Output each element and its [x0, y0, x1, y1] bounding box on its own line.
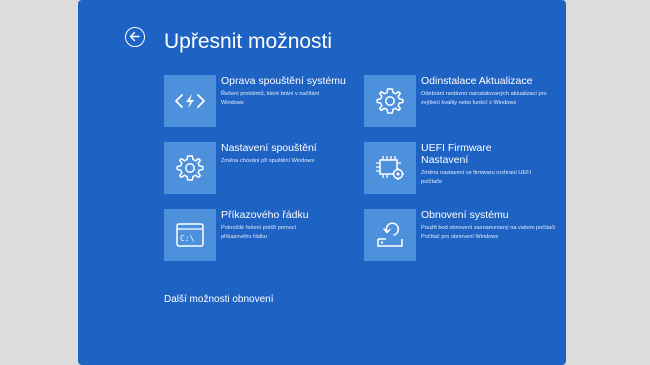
tile-description: Změna chování při spuštění Windows [221, 158, 315, 164]
more-recovery-options-link[interactable]: Další možnosti obnovení [164, 294, 274, 305]
tile-title: Nastavení spouštění [221, 142, 317, 154]
tile-title: Příkazového řádku [221, 209, 309, 221]
tile-title: UEFI Firmware Nastavení [421, 142, 492, 166]
tile-description: Změna nastavení ve firmwaru rozhraní UEF… [421, 170, 532, 185]
page-title: Upřesnit možnosti [164, 30, 333, 53]
back-button[interactable] [125, 27, 145, 47]
tile-startup-settings[interactable]: Nastavení spouštění Změna chování při sp… [164, 142, 354, 198]
tile-startup-repair[interactable]: Oprava spouštění systému Řešení problémů… [164, 75, 354, 131]
tile-title: Odinstalace Aktualizace [421, 75, 533, 87]
startup-repair-icon [164, 75, 216, 127]
tile-system-restore[interactable]: Obnovení systému Použít bod obnovení zaz… [364, 209, 555, 265]
svg-text:C:\: C:\ [180, 234, 195, 243]
tile-uefi-firmware-settings[interactable]: UEFI Firmware Nastavení Změna nastavení … [364, 142, 554, 198]
command-prompt-icon: C:\ [164, 209, 216, 261]
tile-command-prompt[interactable]: C:\ Příkazového řádku Pokročilé řešení p… [164, 209, 354, 265]
back-arrow-icon [129, 31, 140, 42]
tile-description: Použít bod obnovení zaznamenaný na vašem… [421, 225, 556, 240]
tile-uninstall-updates[interactable]: Odinstalace Aktualizace Odebrání nedávno… [364, 75, 554, 131]
tile-description: Odebrání nedávno nainstalovaných aktuali… [421, 91, 547, 106]
tile-title: Obnovení systému [421, 209, 509, 221]
tile-description: Řešení problémů, které brání v načítání … [221, 91, 320, 106]
tile-title: Oprava spouštění systému [221, 75, 346, 87]
system-restore-icon [364, 209, 416, 261]
tile-description: Pokročilé řešení potíží pomocí příkazové… [221, 225, 297, 240]
chip-gear-icon [364, 142, 416, 194]
gear-icon [364, 75, 416, 127]
gear-icon [164, 142, 216, 194]
